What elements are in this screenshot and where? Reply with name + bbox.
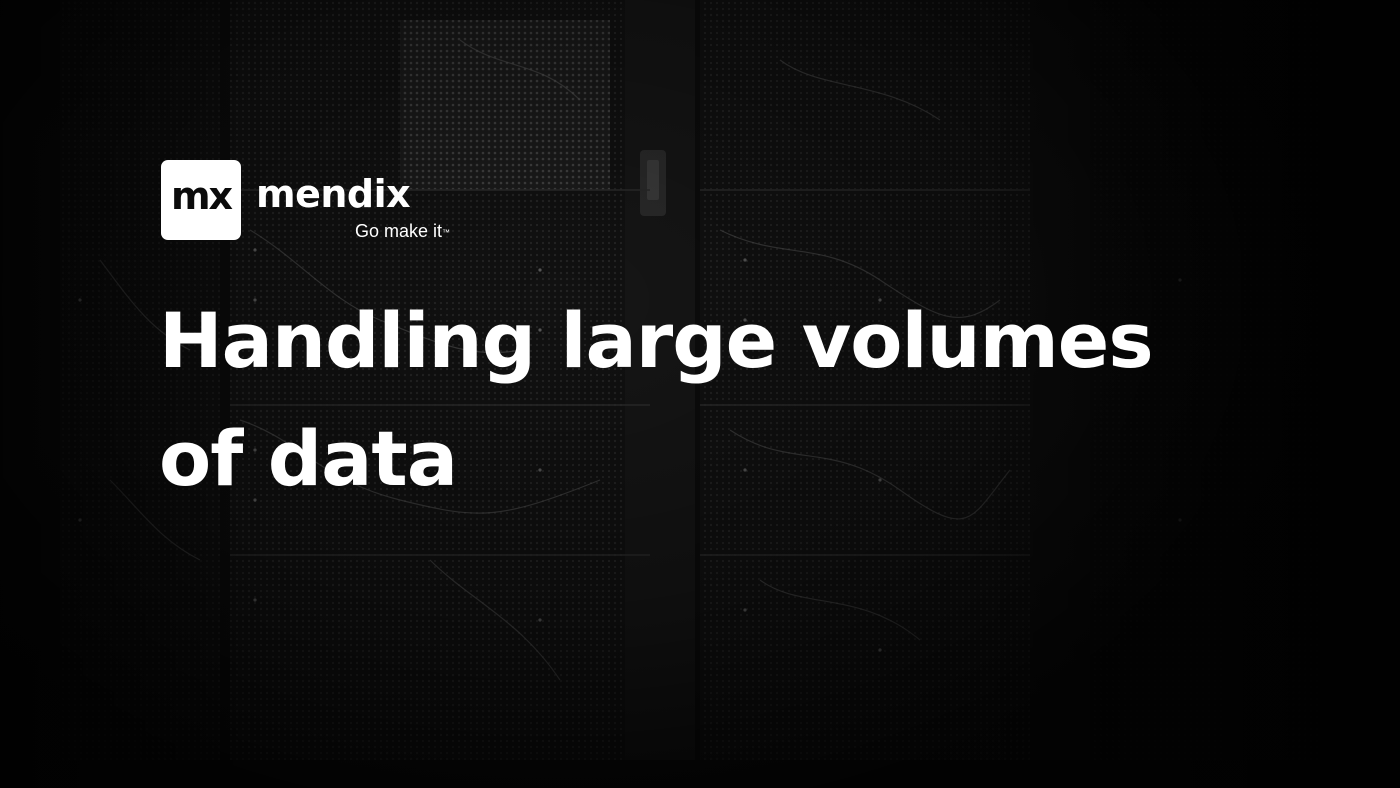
headline-line-2: of data: [159, 414, 458, 503]
headline-line-1: Handling large volumes: [159, 296, 1154, 385]
mendix-logo: mx mendix Go make it™: [161, 160, 481, 242]
banner: mx mendix Go make it™ Handling large vol…: [0, 0, 1400, 788]
tagline-text: Go make it: [355, 221, 443, 241]
logo-wordmark: mendix: [256, 172, 411, 216]
mx-badge-icon: mx: [161, 160, 241, 240]
headline: Handling large volumes of data: [159, 282, 1309, 518]
logo-badge-text: mx: [170, 174, 233, 218]
trademark-mark: ™: [442, 228, 451, 237]
logo-tagline: Go make it™: [355, 221, 450, 241]
